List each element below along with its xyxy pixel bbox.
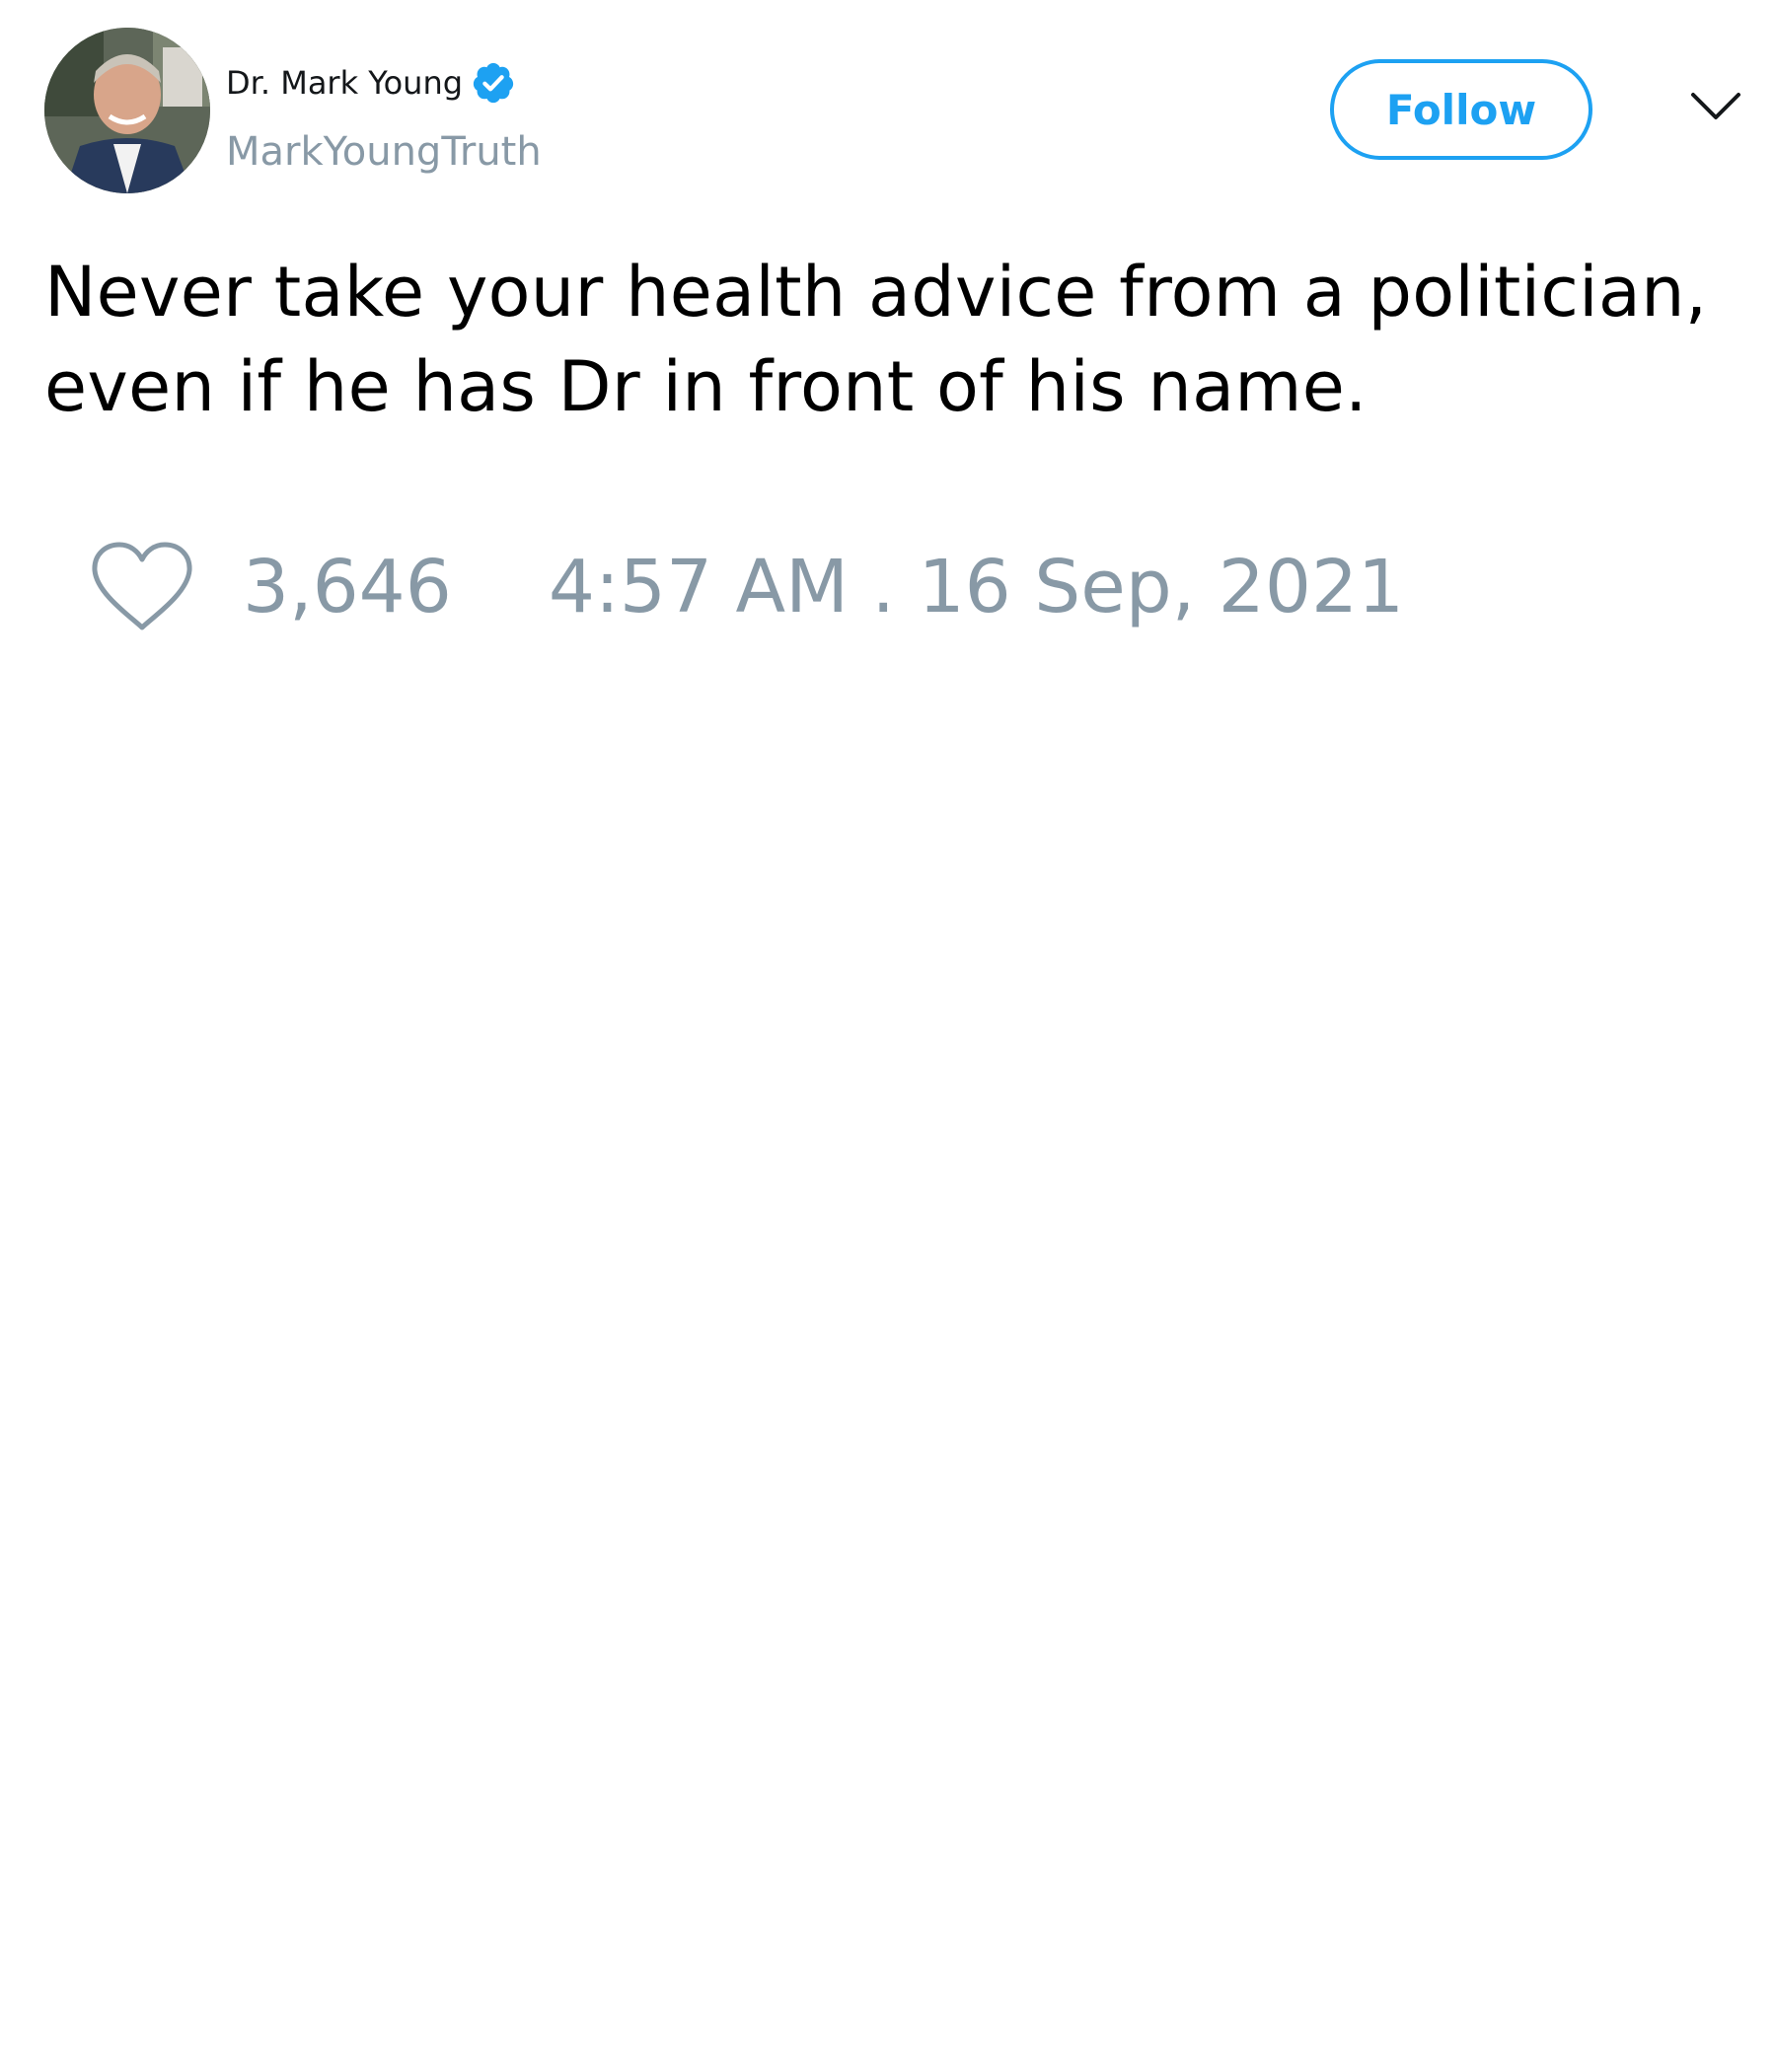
display-name[interactable]: Dr. Mark Young [226,59,463,107]
tweet-text-line: Never take your health advice from a pol… [44,252,1708,333]
follow-button[interactable]: Follow [1330,59,1592,160]
heart-outline-icon[interactable] [89,541,195,633]
like-count: 3,646 [243,545,452,629]
tweet-text-line: even if he has Dr in front of his name. [44,346,1368,427]
profile-photo-image [44,28,210,193]
tweet-timestamp[interactable]: 4:57 AM . 16 Sep, 2021 [549,538,1404,636]
avatar[interactable] [44,28,210,193]
tweet-text: Never take your health advice from a pol… [44,245,1722,434]
user-handle[interactable]: MarkYoungTruth [226,128,542,176]
chevron-down-icon[interactable] [1689,87,1742,126]
author-block: Dr. Mark Young MarkYoungTruth [226,59,542,176]
display-name-row: Dr. Mark Young [226,59,542,107]
verified-badge-icon [473,62,514,104]
tweet-footer: 3,646 4:57 AM . 16 Sep, 2021 [89,538,1404,636]
tweet-card: Dr. Mark Young MarkYoungTruth Follow Nev… [0,0,1776,2072]
